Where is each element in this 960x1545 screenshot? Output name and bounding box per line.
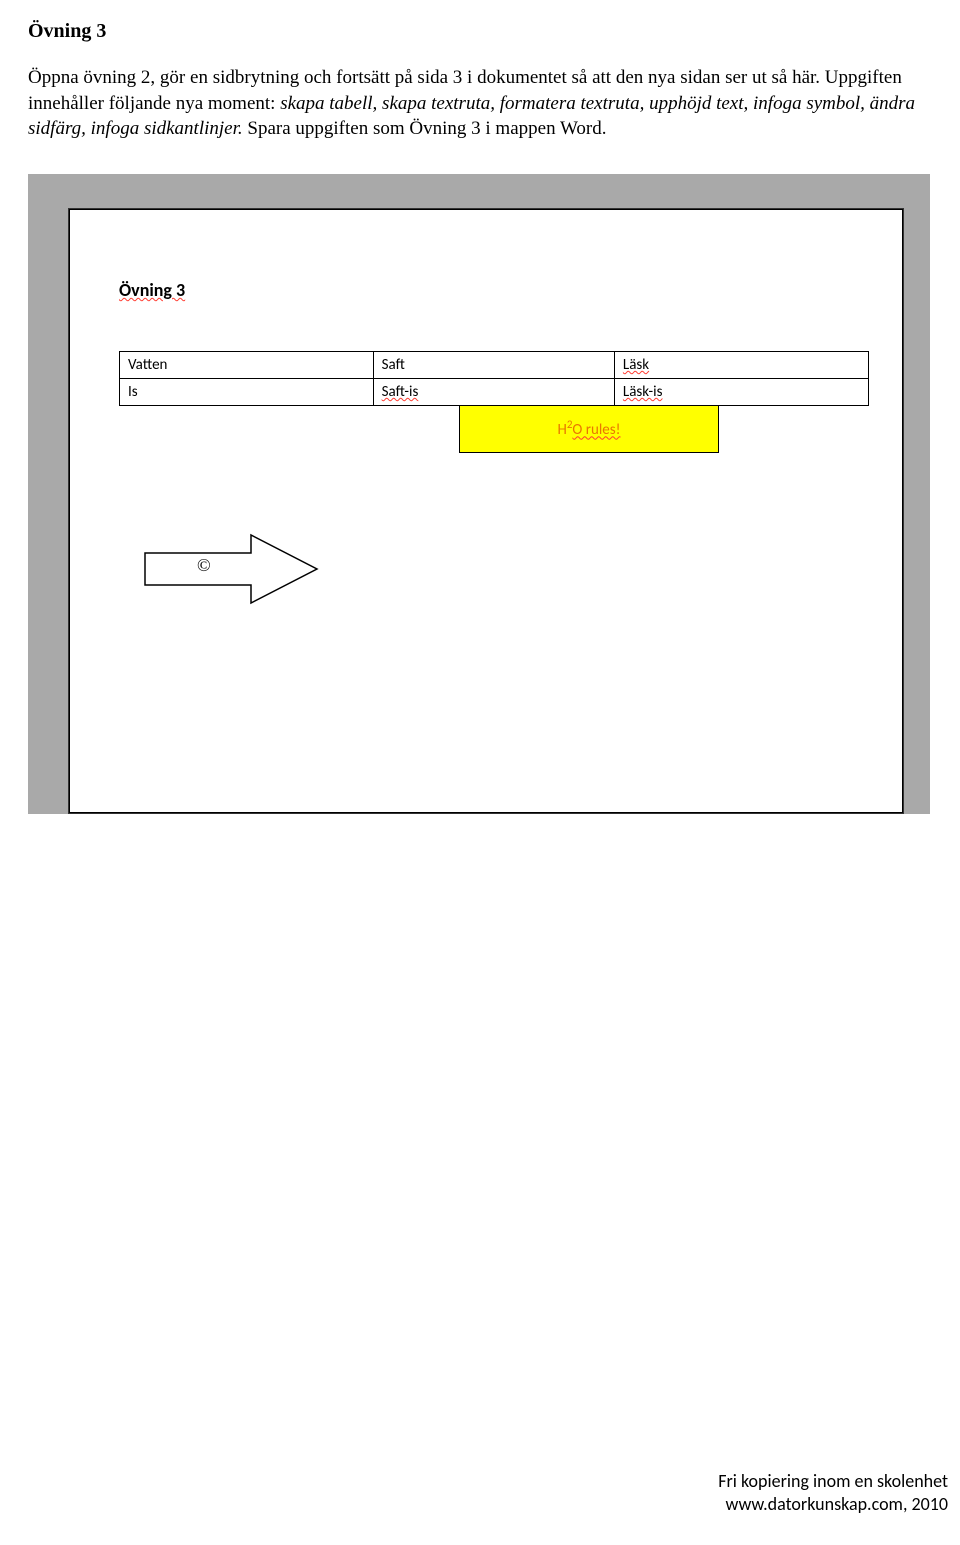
instructions-paragraph: Öppna övning 2, gör en sidbrytning och f… bbox=[28, 65, 932, 142]
word-page: Övning 3 Vatten Saft Läsk Is Saft-is Läs… bbox=[68, 208, 904, 814]
document-page: Övning 3 Öppna övning 2, gör en sidbrytn… bbox=[0, 0, 960, 1545]
page-border bbox=[69, 209, 903, 813]
word-screenshot: Övning 3 Vatten Saft Läsk Is Saft-is Läs… bbox=[28, 174, 930, 814]
arrow-icon bbox=[141, 529, 321, 609]
arrow-shape bbox=[141, 529, 321, 609]
copyright-symbol: © bbox=[197, 555, 211, 576]
page-footer: Fri kopiering inom en skolenhet www.dato… bbox=[718, 1470, 948, 1515]
footer-line1: Fri kopiering inom en skolenhet bbox=[718, 1470, 948, 1493]
textbox-content: H2O rules! bbox=[557, 418, 620, 439]
instr-part2: Spara uppgiften som Övning 3 i mappen Wo… bbox=[243, 118, 607, 139]
exercise-heading: Övning 3 bbox=[28, 20, 932, 43]
formula-prefix: H bbox=[557, 421, 566, 439]
footer-line2: www.datorkunskap.com, 2010 bbox=[718, 1493, 948, 1516]
yellow-textbox: H2O rules! bbox=[459, 405, 719, 453]
formula-suffix: O rules! bbox=[572, 421, 620, 439]
